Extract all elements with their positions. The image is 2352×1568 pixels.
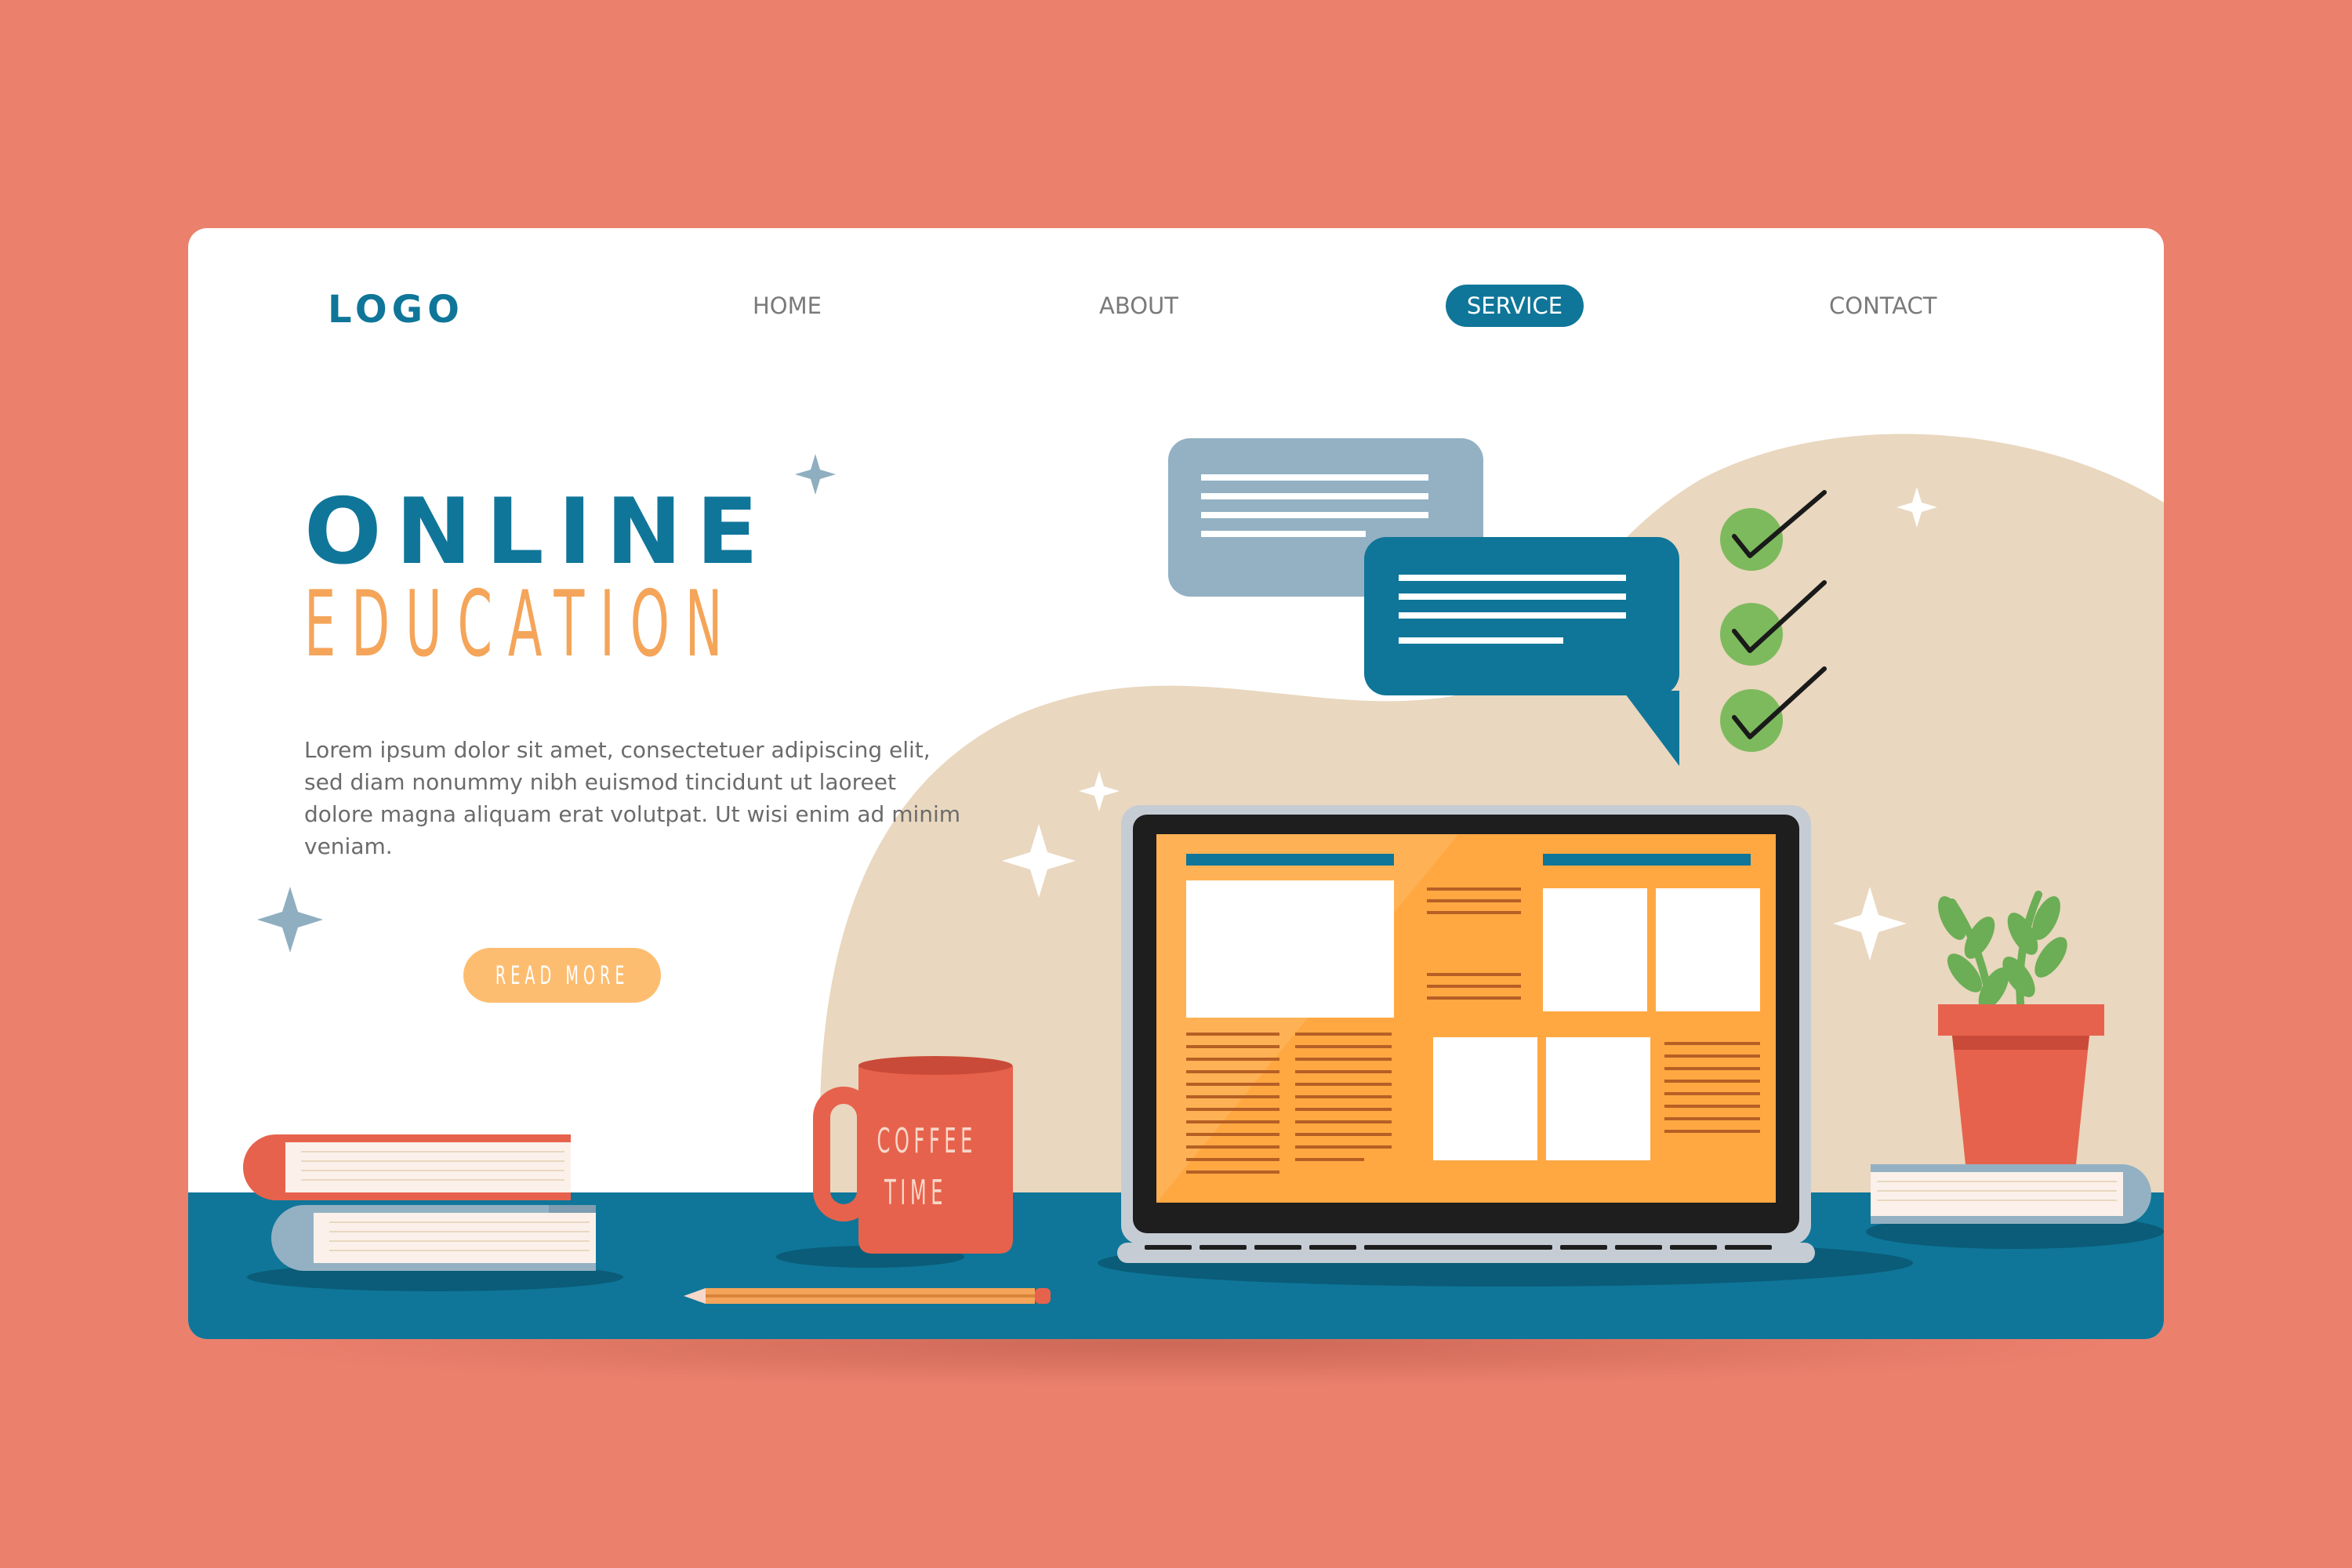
- book-icon: [1871, 1164, 2151, 1224]
- mug-label: COFFEE TIME: [845, 1116, 986, 1219]
- book-icon: [271, 1205, 596, 1271]
- nav-service-label: SERVICE: [1466, 292, 1563, 319]
- sparkle-icon: [795, 454, 836, 495]
- sparkle-icon: [257, 887, 323, 953]
- hero-title: ONLINE: [304, 479, 773, 585]
- nav-service[interactable]: SERVICE: [1446, 285, 1584, 327]
- pencil-icon: [684, 1288, 1051, 1304]
- hero-subtitle: EDUCATION: [304, 572, 739, 677]
- laptop-icon: [1117, 805, 1815, 1263]
- read-more-label: READ MORE: [495, 960, 630, 990]
- mug-label-line2: TIME: [884, 1173, 948, 1213]
- nav-contact[interactable]: CONTACT: [1829, 292, 1937, 319]
- nav-about[interactable]: ABOUT: [1099, 292, 1178, 319]
- book-icon: [243, 1134, 571, 1200]
- mug-label-line1: COFFEE: [877, 1121, 977, 1161]
- hero-body-text: Lorem ipsum dolor sit amet, consectetuer…: [304, 737, 961, 859]
- landing-page-card: LOGO HOME ABOUT SERVICE CONTACT ONLINE E…: [188, 228, 2164, 1339]
- nav-home[interactable]: HOME: [753, 292, 822, 319]
- read-more-button[interactable]: READ MORE: [463, 948, 661, 1003]
- logo[interactable]: LOGO: [328, 288, 464, 332]
